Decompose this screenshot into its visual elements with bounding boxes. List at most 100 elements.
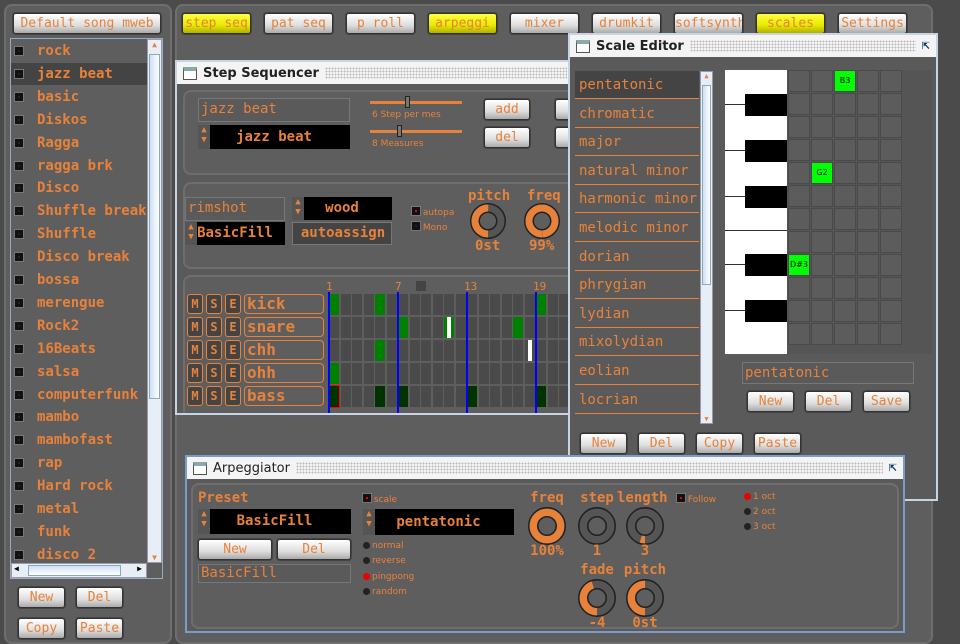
step-cell[interactable]	[478, 386, 489, 407]
step-cell[interactable]	[386, 363, 397, 384]
maximize-icon[interactable]: ⇱	[922, 41, 930, 52]
scale-list[interactable]: pentatonic chromatic major natural minor har…	[575, 71, 699, 426]
scale-list-item[interactable]: lydian	[575, 300, 699, 328]
scale-list-item[interactable]: melodic minor	[575, 214, 699, 242]
note-cell[interactable]	[834, 139, 856, 161]
pattern-list-item[interactable]: metal	[11, 498, 147, 520]
pattern-list-item[interactable]: jazz beat	[11, 62, 147, 85]
scale-list-item[interactable]: dorian	[575, 243, 699, 271]
copy-button[interactable]: Copy	[696, 433, 743, 454]
scroll-thumb[interactable]	[702, 85, 711, 285]
arp-mode-random[interactable]: random	[363, 587, 407, 597]
scale-list-item[interactable]: eolian	[575, 357, 699, 385]
step-cell[interactable]	[398, 363, 408, 384]
pattern-list-item[interactable]: mambo	[11, 406, 147, 428]
step-cell[interactable]	[352, 340, 362, 361]
octave-option[interactable]: 1 oct	[744, 492, 776, 502]
scale-list-item[interactable]: locrian	[575, 386, 699, 414]
pitch-knob[interactable]	[626, 579, 664, 617]
step-cell[interactable]	[328, 385, 340, 408]
note-cell[interactable]	[857, 162, 879, 184]
step-cell[interactable]	[421, 340, 431, 361]
tab-pat-seq[interactable]: pat seq	[264, 13, 333, 34]
pattern-list-item[interactable]: Disco	[11, 177, 147, 199]
step-cell[interactable]	[455, 294, 466, 315]
step-cell[interactable]	[490, 294, 500, 315]
note-cell[interactable]	[788, 231, 810, 253]
note-cell[interactable]	[834, 185, 856, 207]
step-cell[interactable]	[329, 317, 339, 338]
step-cell[interactable]	[547, 386, 558, 407]
step-cell[interactable]	[444, 386, 454, 407]
note-cell[interactable]	[834, 323, 856, 345]
length-knob[interactable]	[626, 507, 664, 545]
new-button[interactable]: New	[580, 433, 627, 454]
step-cell[interactable]	[444, 363, 454, 384]
step-cell[interactable]	[478, 294, 489, 315]
step-cell[interactable]	[444, 340, 454, 361]
pattern-enabled-icon[interactable]	[15, 276, 23, 284]
note-cell[interactable]	[880, 70, 902, 92]
step-cell[interactable]	[421, 363, 431, 384]
note-cell[interactable]	[811, 254, 833, 276]
solo-button[interactable]: S	[206, 363, 222, 383]
fade-knob[interactable]	[578, 579, 616, 617]
note-cell[interactable]	[834, 300, 856, 322]
arp-mode-reverse[interactable]: reverse	[363, 556, 406, 566]
step-cell[interactable]	[513, 363, 523, 384]
pattern-enabled-icon[interactable]	[15, 321, 23, 330]
step-cell[interactable]	[467, 363, 477, 384]
pattern-list-item[interactable]: ragga brk	[11, 155, 147, 177]
step-cell[interactable]	[501, 363, 512, 384]
note-cell[interactable]	[880, 208, 902, 230]
preset-new-button[interactable]: New	[198, 539, 272, 560]
note-cell[interactable]	[834, 231, 856, 253]
track-name[interactable]: bass	[244, 386, 324, 406]
scale-new-button[interactable]: New	[747, 391, 794, 412]
pattern-enabled-icon[interactable]	[15, 344, 23, 353]
tab-step-seq[interactable]: step seq	[182, 13, 251, 34]
note-cell[interactable]	[788, 300, 810, 322]
note-cell[interactable]	[834, 162, 856, 184]
step-cell[interactable]	[478, 340, 489, 361]
mute-button[interactable]: M	[187, 294, 203, 314]
note-cell[interactable]	[834, 254, 856, 276]
step-cell[interactable]	[536, 363, 546, 384]
edit-button[interactable]: E	[225, 294, 241, 314]
note-cell[interactable]	[811, 277, 833, 299]
note-cell[interactable]	[880, 116, 902, 138]
new-pattern-button[interactable]: New	[18, 587, 65, 608]
step-cell[interactable]	[432, 294, 443, 315]
scale-select[interactable]: ▲ ▼ pentatonic	[363, 509, 514, 535]
step-cell[interactable]	[375, 294, 385, 315]
step-cell[interactable]	[547, 363, 558, 384]
scroll-up-arrow[interactable]: ▲	[148, 40, 161, 49]
pattern-list-item[interactable]: Rock2	[11, 315, 147, 337]
note-cell[interactable]	[857, 93, 879, 115]
step-cell[interactable]	[352, 317, 362, 338]
step-cell[interactable]	[513, 386, 523, 407]
step-cell[interactable]	[340, 386, 351, 407]
step-cell[interactable]	[352, 294, 362, 315]
pattern-enabled-icon[interactable]	[15, 161, 23, 170]
note-cell[interactable]	[788, 323, 810, 345]
note-cell[interactable]	[857, 254, 879, 276]
solo-button[interactable]: S	[206, 294, 222, 314]
pattern-list-item[interactable]: 16Beats	[11, 338, 147, 360]
scale-list-item[interactable]: phrygian	[575, 271, 699, 300]
pattern-enabled-icon[interactable]	[15, 253, 23, 262]
scale-list-item[interactable]: harmonic minor	[575, 185, 699, 214]
step-cell[interactable]	[398, 386, 408, 407]
step-cell[interactable]	[421, 317, 431, 338]
pattern-enabled-icon[interactable]	[15, 230, 23, 239]
scroll-thumb[interactable]	[149, 54, 160, 399]
pattern-list-item[interactable]: funk	[11, 521, 147, 543]
pattern-list-item[interactable]: computerfunk	[11, 384, 147, 406]
delete-pattern-button[interactable]: Del	[76, 587, 123, 608]
edit-button[interactable]: E	[225, 340, 241, 360]
pattern-list-item[interactable]: Disco break	[11, 246, 147, 268]
pattern-enabled-icon[interactable]	[15, 138, 23, 147]
song-button[interactable]: Default song mweb	[13, 13, 161, 34]
note-cell[interactable]	[811, 185, 833, 207]
step-cell[interactable]	[501, 386, 512, 407]
